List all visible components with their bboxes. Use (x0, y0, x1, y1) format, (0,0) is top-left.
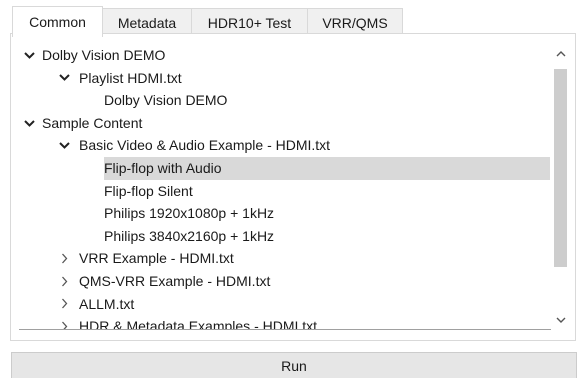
tab-common-label: Common (29, 14, 86, 30)
tree-item-label: Philips 3840x2160p + 1kHz (104, 227, 275, 244)
tree-row[interactable]: Philips 1920x1080p + 1kHz (19, 202, 551, 225)
run-button-label: Run (281, 357, 307, 374)
tree-row[interactable]: Sample Content (19, 112, 551, 135)
tree-row[interactable]: Dolby Vision DEMO (19, 44, 551, 67)
tree-item-label: Basic Video & Audio Example - HDMI.txt (79, 137, 331, 154)
tree-item-label: Sample Content (42, 114, 143, 131)
tab-bar: Common Metadata HDR10+ Test VRR/QMS (12, 6, 403, 37)
tree-item-label: Philips 1920x1080p + 1kHz (104, 205, 275, 222)
chevron-down-icon[interactable] (22, 112, 36, 135)
tab-metadata-label: Metadata (117, 14, 177, 31)
tree-row[interactable]: Flip-flop with Audio (19, 156, 551, 180)
chevron-right-icon[interactable] (57, 293, 71, 316)
tree-item-label: VRR Example - HDMI.txt (79, 250, 234, 267)
tab-hdr10-test-label: HDR10+ Test (207, 14, 292, 31)
tree-row[interactable]: Dolby Vision DEMO (19, 89, 551, 112)
tree-row[interactable]: Philips 3840x2160p + 1kHz (19, 225, 551, 248)
tree-item-label: HDR & Metadata Examples - HDMI.txt (79, 318, 318, 330)
tree-item-label: QMS-VRR Example - HDMI.txt (79, 272, 271, 289)
chevron-right-icon[interactable] (57, 315, 71, 329)
chevron-up-icon[interactable] (552, 45, 569, 62)
chevron-right-icon[interactable] (57, 270, 71, 293)
chevron-down-icon[interactable] (57, 67, 71, 90)
chevron-down-icon[interactable] (22, 44, 36, 67)
tree-scrollbar[interactable] (552, 45, 569, 329)
tab-vrr-qms-label: VRR/QMS (322, 14, 388, 31)
tree-item-label: Flip-flop Silent (104, 182, 193, 199)
tree-item-label: Playlist HDMI.txt (79, 69, 182, 86)
tree-item-label: Dolby Vision DEMO (104, 92, 228, 109)
tree-item-label: ALLM.txt (79, 295, 135, 312)
common-tab-panel: Dolby Vision DEMO Playlist HDMI.txt Dolby … (10, 33, 576, 341)
tab-common[interactable]: Common (12, 6, 103, 37)
tree-row[interactable]: ALLM.txt (19, 293, 551, 316)
tree-row[interactable]: VRR Example - HDMI.txt (19, 247, 551, 270)
run-button[interactable]: Run (11, 352, 577, 378)
tab-hdr10-test[interactable]: HDR10+ Test (191, 8, 308, 36)
chevron-right-icon[interactable] (57, 247, 71, 270)
chevron-down-icon[interactable] (552, 312, 569, 329)
scrollbar-thumb[interactable] (554, 69, 567, 267)
playlist-tree[interactable]: Dolby Vision DEMO Playlist HDMI.txt Dolby … (19, 44, 551, 330)
tree-row[interactable]: Basic Video & Audio Example - HDMI.txt (19, 134, 551, 157)
chevron-down-icon[interactable] (57, 134, 71, 157)
tree-row[interactable]: HDR & Metadata Examples - HDMI.txt (19, 315, 551, 330)
tree-row[interactable]: QMS-VRR Example - HDMI.txt (19, 270, 551, 293)
tab-metadata[interactable]: Metadata (102, 8, 192, 36)
tree-item-label: Dolby Vision DEMO (42, 47, 166, 63)
tab-vrr-qms[interactable]: VRR/QMS (307, 8, 403, 36)
tree-row[interactable]: Playlist HDMI.txt (19, 67, 551, 90)
tree-item-label: Flip-flop with Audio (104, 156, 550, 180)
tree-row[interactable]: Flip-flop Silent (19, 180, 551, 203)
